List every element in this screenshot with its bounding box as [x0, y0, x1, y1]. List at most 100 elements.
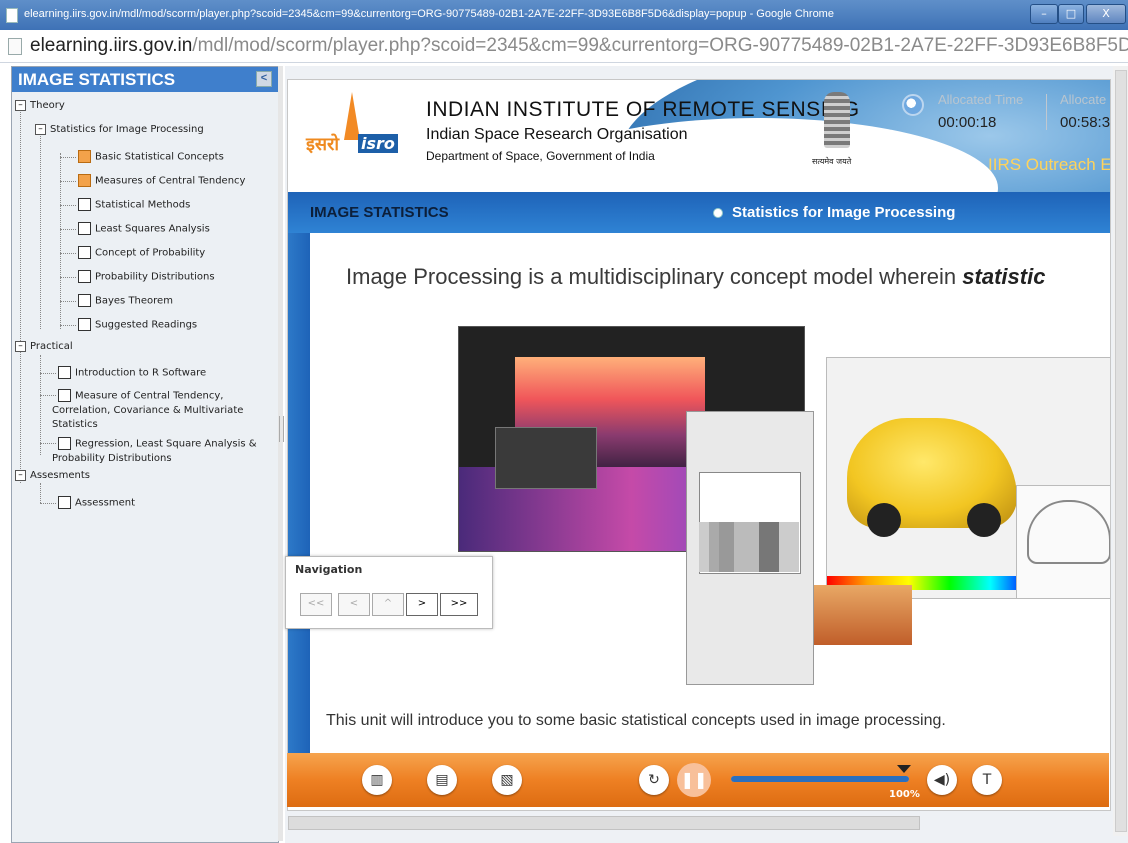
toc-item-concept-of-probability[interactable]: Concept of Probability	[78, 246, 205, 261]
document-icon[interactable]: ▧	[492, 765, 522, 795]
toc-item-introduction-to-r[interactable]: Introduction to R Software	[58, 366, 206, 381]
toc-item-measures-of-central-tendency[interactable]: Measures of Central Tendency	[78, 174, 245, 189]
window-title: elearning.iirs.gov.in/mdl/mod/scorm/play…	[24, 8, 834, 20]
allocated-time-label: Allocated Time	[938, 92, 1024, 107]
vertical-scrollbar[interactable]	[1113, 66, 1128, 836]
toc-item-bayes-theorem[interactable]: Bayes Theorem	[78, 294, 173, 309]
institute-name: INDIAN INSTITUTE OF REMOTE SENSING	[426, 98, 860, 121]
collapse-icon[interactable]: –	[15, 469, 26, 481]
progress-marker-icon[interactable]	[897, 765, 911, 773]
content-stage: इसरो isro INDIAN INSTITUTE OF REMOTE SEN…	[287, 79, 1111, 811]
checkbox	[78, 246, 91, 259]
toc-item-least-squares-analysis[interactable]: Least Squares Analysis	[78, 222, 210, 237]
scroll-thumb[interactable]	[1115, 70, 1127, 832]
collapse-icon[interactable]: –	[15, 340, 26, 352]
toc-section-practical[interactable]: – Practical	[15, 340, 73, 354]
slide-subtext: This unit will introduce you to some bas…	[326, 712, 946, 729]
scorm-player: इसरो isro INDIAN INSTITUTE OF REMOTE SEN…	[285, 66, 1128, 843]
toc-section-label: Practical	[30, 341, 73, 352]
toc-item-label: Measures of Central Tendency	[95, 175, 246, 187]
completed-checkbox	[78, 174, 91, 187]
progress-slider[interactable]	[731, 776, 909, 782]
url-text[interactable]: elearning.iirs.gov.in/mdl/mod/scorm/play…	[30, 35, 1128, 57]
progress-fill	[731, 776, 909, 782]
toc-item-label: Basic Statistical Concepts	[95, 151, 224, 163]
previous-page-button[interactable]: <	[338, 593, 370, 616]
first-page-button[interactable]: <<	[300, 593, 332, 616]
toc-section-label: Statistics for Image Processing	[50, 124, 204, 135]
checkbox	[58, 366, 71, 379]
headline-emphasis: statistic	[962, 264, 1046, 289]
isro-logo: इसरो isro	[306, 92, 406, 166]
allocated-time-value: 00:00:18	[938, 114, 997, 131]
header-banner: इसरो isro INDIAN INSTITUTE OF REMOTE SEN…	[288, 80, 1110, 192]
slide-headline: Image Processing is a multidisciplinary …	[346, 264, 1045, 290]
emblem-motto: सत्यमेव जयते	[812, 157, 852, 166]
panel-splitter[interactable]	[278, 66, 284, 841]
toc-item-label: Regression, Least Square Analysis & Prob…	[52, 438, 257, 464]
toc-section-theory[interactable]: – Theory	[15, 99, 65, 113]
minimize-button[interactable]: –	[1030, 4, 1058, 24]
toc-item-measure-central-tendency-correlation[interactable]: Measure of Central Tendency, Correlation…	[52, 389, 270, 432]
close-button[interactable]: X	[1086, 4, 1126, 24]
department-name: Department of Space, Government of India	[426, 149, 655, 163]
toc-header: IMAGE STATISTICS <	[12, 67, 278, 92]
color-curves-dialog-screenshot	[686, 411, 814, 685]
checkbox	[78, 198, 91, 211]
bullet-icon	[713, 208, 723, 218]
section-title: IMAGE STATISTICS	[310, 204, 449, 221]
last-page-button[interactable]: >>	[440, 593, 478, 616]
toc-title: IMAGE STATISTICS	[18, 70, 176, 89]
maximize-button[interactable]: □	[1058, 4, 1084, 24]
toc-section-assessments[interactable]: – Assesments	[15, 469, 90, 483]
toc-item-suggested-readings[interactable]: Suggested Readings	[78, 318, 197, 333]
pause-icon[interactable]: ❚❚	[677, 763, 711, 797]
toc-item-label: Concept of Probability	[95, 247, 206, 259]
splitter-grip[interactable]	[279, 416, 284, 442]
url-path: /mdl/mod/scorm/player.php?scoid=2345&cm=…	[192, 35, 1128, 56]
toc-item-statistical-methods[interactable]: Statistical Methods	[78, 198, 190, 213]
toc-section-label: Theory	[30, 100, 65, 111]
toc-item-basic-statistical-concepts[interactable]: Basic Statistical Concepts	[78, 150, 224, 165]
toc-item-label: Suggested Readings	[95, 319, 198, 331]
address-bar[interactable]: elearning.iirs.gov.in/mdl/mod/scorm/play…	[0, 30, 1128, 63]
replay-icon[interactable]: ↻	[639, 765, 669, 795]
checkbox	[58, 389, 71, 402]
collapse-icon[interactable]: –	[35, 123, 46, 135]
checkbox	[78, 270, 91, 283]
headline-text: Image Processing is a multidisciplinary …	[346, 264, 963, 289]
page-icon	[6, 8, 18, 23]
collapse-icon[interactable]: –	[15, 99, 26, 111]
logo-english-text: isro	[358, 134, 398, 153]
logo-hindi-text: इसरो	[306, 134, 340, 155]
toc-item-label: Statistical Methods	[95, 199, 191, 211]
book-icon[interactable]: ▥	[362, 765, 392, 795]
url-host: elearning.iirs.gov.in	[30, 35, 193, 56]
next-page-button[interactable]: >	[406, 593, 438, 616]
page-icon	[8, 38, 22, 55]
collapse-panel-button[interactable]: <	[256, 71, 272, 87]
toc-section-statistics[interactable]: – Statistics for Image Processing	[35, 123, 204, 137]
toc-item-label: Introduction to R Software	[75, 367, 207, 379]
playback-control-bar: ▥ ▤ ▧ ↻ ❚❚ 100% ◀) T	[287, 753, 1109, 807]
checkbox	[78, 222, 91, 235]
up-button[interactable]: ^	[372, 593, 404, 616]
toc-item-assessment[interactable]: Assessment	[58, 496, 135, 511]
notes-icon[interactable]: ▤	[427, 765, 457, 795]
organisation-name: Indian Space Research Organisation	[426, 126, 688, 143]
navigation-panel: Navigation << < ^ > >>	[285, 556, 493, 629]
toc-item-regression-least-square[interactable]: Regression, Least Square Analysis & Prob…	[52, 437, 270, 466]
checkbox	[58, 496, 71, 509]
text-size-icon[interactable]: T	[972, 765, 1002, 795]
toc-tree: – Theory – Statistics for Image Processing…	[12, 93, 278, 833]
section-bar: IMAGE STATISTICS Statistics for Image Pr…	[288, 192, 1110, 233]
toc-item-label: Bayes Theorem	[95, 295, 173, 307]
browser-title-bar: elearning.iirs.gov.in/mdl/mod/scorm/play…	[0, 0, 1128, 30]
volume-icon[interactable]: ◀)	[927, 765, 957, 795]
national-emblem: सत्यमेव जयते	[812, 88, 862, 176]
horizontal-scrollbar[interactable]	[288, 816, 920, 830]
toc-panel: IMAGE STATISTICS < – Theory – Statistics f…	[11, 66, 279, 843]
checkbox	[78, 318, 91, 331]
allocated-time-label-2: Allocate	[1060, 92, 1107, 107]
toc-item-probability-distributions[interactable]: Probability Distributions	[78, 270, 215, 285]
